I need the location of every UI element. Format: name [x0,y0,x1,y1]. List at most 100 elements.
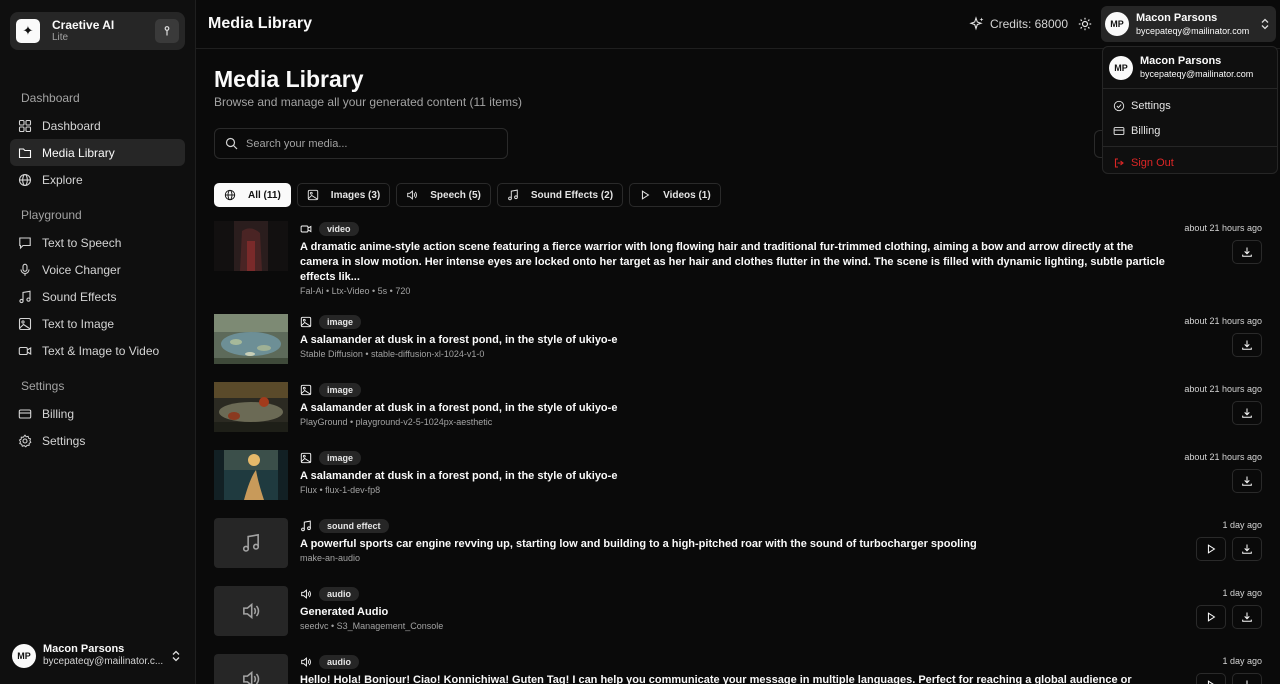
tab-sound-effects[interactable]: Sound Effects (2) [496,183,624,207]
item-timestamp: 1 day ago [1222,656,1262,666]
tab-label: Speech (5) [430,189,481,201]
user-email: bycepateqy@mailinator.com [1136,25,1250,36]
play-button[interactable] [1196,605,1226,629]
type-badge: image [319,315,362,329]
download-icon [1241,679,1253,684]
avatar: MP [1105,12,1129,36]
nav-group: Settings Billing Settings [0,372,195,454]
item-timestamp: 1 day ago [1222,520,1262,530]
list-item[interactable]: audio Hello! Hola! Bonjour! Ciao! Konnich… [214,654,1262,684]
search-box[interactable] [214,128,508,159]
tab-all[interactable]: All (11) [214,183,291,207]
pin-icon[interactable] [155,19,179,43]
sidebar-item-label: Billing [42,406,75,421]
play-button[interactable] [1196,673,1226,684]
sidebar-item-label: Voice Changer [42,262,121,277]
sidebar: ✦ Craetive AI Lite Dashboard Dashboard Med… [0,0,196,684]
sidebar-item-explore[interactable]: Explore [10,166,185,193]
tab-images[interactable]: Images (3) [296,183,391,207]
brand-switcher[interactable]: ✦ Craetive AI Lite [10,12,185,50]
download-icon [1241,475,1253,487]
type-badge: sound effect [319,519,389,533]
user-email: bycepateqy@mailinator.com [1140,69,1254,79]
sidebar-item-dashboard[interactable]: Dashboard [10,112,185,139]
item-prompt: A salamander at dusk in a forest pond, i… [300,334,618,346]
sidebar-item-sound-effects[interactable]: Sound Effects [10,283,185,310]
download-button[interactable] [1232,469,1262,493]
nav-group: Dashboard Dashboard Media Library Explore [0,84,195,193]
speaker-icon[interactable] [214,654,288,684]
list-item[interactable]: image A salamander at dusk in a forest po… [214,314,1262,364]
sidebar-item-voice-changer[interactable]: Voice Changer [10,256,185,283]
list-item[interactable]: video A dramatic anime-style action scene… [214,221,1262,296]
item-prompt: A salamander at dusk in a forest pond, i… [300,470,618,482]
grid-icon [18,119,32,133]
item-timestamp: about 21 hours ago [1184,384,1262,394]
user-name: Macon Parsons [1140,55,1222,67]
item-prompt: Generated Audio [300,606,389,618]
speaker-icon [300,588,319,600]
play-icon [1205,679,1217,684]
list-item[interactable]: image A salamander at dusk in a forest po… [214,382,1262,432]
thumbnail[interactable] [214,221,288,271]
item-meta: Fal-Ai • Ltx-Video • 5s • 720 [300,286,411,296]
sun-icon[interactable] [1078,17,1092,31]
thumbnail[interactable] [214,314,288,364]
download-button[interactable] [1232,401,1262,425]
music-icon [300,520,319,532]
message-icon [18,236,32,250]
list-item[interactable]: sound effect A powerful sports car engine… [214,518,1262,568]
sidebar-item-label: Sound Effects [42,289,117,304]
top-user-menu[interactable]: MP Macon Parsons bycepateqy@mailinator.c… [1101,6,1276,42]
check-circle-icon [1113,100,1131,112]
download-button[interactable] [1232,333,1262,357]
download-button[interactable] [1232,605,1262,629]
download-button[interactable] [1232,673,1262,684]
credit-card-icon [1113,125,1131,137]
download-icon [1241,543,1253,555]
tab-videos[interactable]: Videos (1) [629,183,721,207]
item-prompt: A dramatic anime-style action scene feat… [300,241,1165,283]
topbar-title: Media Library [208,15,313,32]
list-item[interactable]: image A salamander at dusk in a forest po… [214,450,1262,500]
item-meta: Stable Diffusion • stable-diffusion-xl-1… [300,349,485,359]
sidebar-item-text-to-image[interactable]: Text to Image [10,310,185,337]
thumbnail[interactable] [214,382,288,432]
gear-icon [18,433,32,448]
sidebar-item-label: Media Library [42,145,115,160]
music-icon[interactable] [214,518,288,568]
settings-menu-item[interactable]: Settings [1103,93,1277,118]
user-email: bycepateqy@mailinator.c... [43,656,164,667]
download-icon [1241,246,1253,258]
list-item[interactable]: audio Generated Audio seedvc • S3_Manageme… [214,586,1262,636]
avatar: MP [12,643,36,668]
sidebar-item-settings[interactable]: Settings [10,427,185,454]
sidebar-item-media-library[interactable]: Media Library [10,139,185,166]
user-dropdown-menu: MP Macon Parsons bycepateqy@mailinator.c… [1102,46,1278,174]
sidebar-item-text-to-speech[interactable]: Text to Speech [10,229,185,256]
download-button[interactable] [1232,537,1262,561]
item-prompt: A salamander at dusk in a forest pond, i… [300,402,618,414]
credits-text: Credits: 68000 [989,17,1068,31]
play-button[interactable] [1196,537,1226,561]
sidebar-item-label: Settings [42,433,86,448]
download-button[interactable] [1232,240,1262,264]
main-content: Media Library Credits: 68000 MP Macon Pa… [196,0,1280,684]
sign-out-label: Sign Out [1131,156,1174,169]
image-icon [300,452,319,464]
tab-speech[interactable]: Speech (5) [396,183,491,207]
video-icon [300,223,319,235]
image-icon [307,189,331,201]
topbar: Media Library Credits: 68000 MP Macon Pa… [196,0,1280,49]
thumbnail[interactable] [214,450,288,500]
sidebar-item-billing[interactable]: Billing [10,400,185,427]
search-input[interactable] [246,137,486,150]
sidebar-item-text-image-to-video[interactable]: Text & Image to Video [10,337,185,364]
item-meta: Flux • flux-1-dev-fp8 [300,485,381,495]
speaker-icon [300,656,319,668]
speaker-icon[interactable] [214,586,288,636]
billing-menu-item[interactable]: Billing [1103,118,1277,143]
sign-out-menu-item[interactable]: Sign Out [1103,150,1277,175]
menu-item-label: Settings [1131,99,1171,112]
sidebar-user-menu[interactable]: MP Macon Parsons bycepateqy@mailinator.c… [12,643,183,668]
